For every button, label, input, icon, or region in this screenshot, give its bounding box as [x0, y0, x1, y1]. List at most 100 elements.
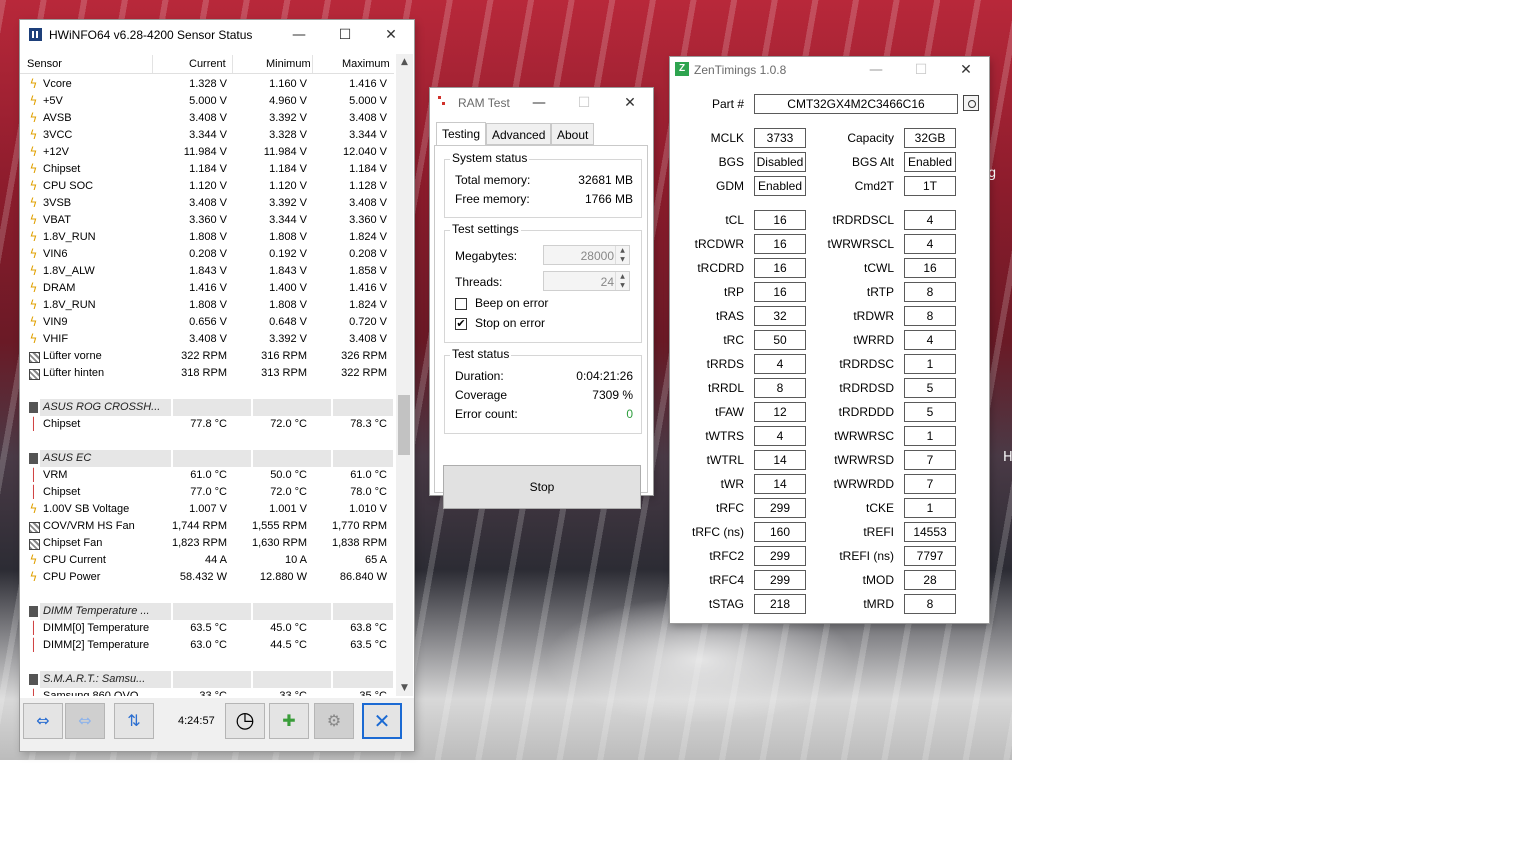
maximize-icon[interactable]: ☐	[322, 20, 368, 50]
timing-label: tMOD	[862, 573, 894, 587]
timing-value: 218	[754, 594, 806, 614]
column-header-current[interactable]: Current	[189, 58, 226, 70]
column-header-sensor[interactable]: Sensor	[27, 58, 62, 70]
sensor-name: 1.8V_RUN	[43, 299, 96, 311]
close-icon[interactable]: ✕	[943, 57, 989, 83]
sensor-row[interactable]: Lüfter vorne 322 RPM 316 RPM 326 RPM	[20, 348, 394, 365]
thermometer-icon: │	[29, 621, 38, 635]
timing-value: 28	[904, 570, 956, 590]
add-log-icon[interactable]: ✚	[269, 703, 309, 739]
sensor-row[interactable]: ϟ 3VCC 3.344 V 3.328 V 3.344 V	[20, 127, 394, 144]
tab-about[interactable]: About	[551, 123, 595, 145]
sensor-row[interactable]: ϟ +12V 11.984 V 11.984 V 12.040 V	[20, 144, 394, 161]
sensor-row[interactable]: Lüfter hinten 318 RPM 313 RPM 322 RPM	[20, 365, 394, 382]
threads-stepper[interactable]: 24 ▲ ▼	[543, 271, 630, 291]
stop-button[interactable]: Stop	[443, 465, 641, 509]
sensor-row[interactable]: COV/VRM HS Fan 1,744 RPM 1,555 RPM 1,770 RP…	[20, 518, 394, 535]
minimize-icon[interactable]: —	[516, 88, 562, 118]
stop-on-error-checkbox[interactable]: ✔	[455, 318, 467, 330]
beep-on-error-label[interactable]: Beep on error	[475, 296, 548, 310]
stop-on-error-label[interactable]: Stop on error	[475, 316, 545, 330]
minimum-value: 72.0 °C	[270, 486, 307, 498]
sensor-row[interactable]: │ VRM 61.0 °C 50.0 °C 61.0 °C	[20, 467, 394, 484]
sensor-group-header[interactable]: S.M.A.R.T.: Samsu...	[20, 671, 394, 688]
scroll-down-icon[interactable]: ▼	[396, 680, 413, 696]
sensor-row[interactable]: ϟ VIN9 0.656 V 0.648 V 0.720 V	[20, 314, 394, 331]
ramtest-titlebar[interactable]: RAM Test — ☐ ✕	[430, 88, 653, 118]
current-value: 3.360 V	[189, 214, 227, 226]
lightning-icon: ϟ	[29, 570, 38, 584]
sensor-row[interactable]: │ Chipset 77.0 °C 72.0 °C 78.0 °C	[20, 484, 394, 501]
timing-label: tWR	[720, 477, 744, 491]
sensor-name: Samsung 860 QVO	[43, 690, 139, 696]
sensor-row[interactable]: ϟ 1.00V SB Voltage 1.007 V 1.001 V 1.010 V	[20, 501, 394, 518]
maximum-value: 1,770 RPM	[331, 520, 387, 532]
megabytes-stepper[interactable]: 28000 ▲ ▼	[543, 245, 630, 265]
close-icon[interactable]: ✕	[368, 20, 414, 50]
free-memory-label: Free memory:	[455, 192, 530, 206]
zentimings-titlebar[interactable]: Z ZenTimings 1.0.8 — ☐ ✕	[670, 57, 989, 83]
sensor-row[interactable]: │ DIMM[0] Temperature 63.5 °C 45.0 °C 63.8 °…	[20, 620, 394, 637]
sensor-list[interactable]: ϟ Vcore 1.328 V 1.160 V 1.416 V ϟ +5V 5.000 V 4.…	[20, 76, 394, 696]
timing-label: tRFC2	[709, 549, 744, 563]
close-x-icon[interactable]: ✕	[362, 703, 402, 739]
settings-gear-icon[interactable]: ⚙	[314, 703, 354, 739]
sensor-row[interactable]: ϟ 1.8V_ALW 1.843 V 1.843 V 1.858 V	[20, 263, 394, 280]
lightning-icon: ϟ	[29, 179, 38, 193]
column-header-minimum[interactable]: Minimum	[266, 58, 311, 70]
beep-on-error-checkbox[interactable]	[455, 298, 467, 310]
sensor-row[interactable]: ϟ VBAT 3.360 V 3.344 V 3.360 V	[20, 212, 394, 229]
sensor-row[interactable]: │ Samsung 860 QVO 33 °C 33 °C 35 °C	[20, 688, 394, 696]
sensor-row[interactable]: ϟ VIN6 0.208 V 0.192 V 0.208 V	[20, 246, 394, 263]
spacer-row	[20, 433, 394, 450]
clock-icon[interactable]: ◷	[225, 703, 265, 739]
current-value: 3.408 V	[189, 197, 227, 209]
sensor-list-scrollbar[interactable]: ▲ ▼	[396, 54, 413, 696]
sensor-row[interactable]: ϟ CPU Current 44 A 10 A 65 A	[20, 552, 394, 569]
timing-label: Capacity	[847, 131, 894, 145]
maximum-value: 65 A	[364, 554, 387, 566]
sensor-row[interactable]: Chipset Fan 1,823 RPM 1,630 RPM 1,838 RPM	[20, 535, 394, 552]
minimize-icon[interactable]: —	[276, 20, 322, 50]
spacer-row	[20, 382, 394, 399]
maximum-value: 1.824 V	[349, 299, 387, 311]
sensor-table-header: Sensor Current Minimum Maximum	[20, 55, 394, 74]
minimize-icon[interactable]: —	[853, 57, 899, 83]
tab-advanced[interactable]: Advanced	[486, 123, 552, 145]
sensor-row[interactable]: ϟ CPU Power 58.432 W 12.880 W 86.840 W	[20, 569, 394, 586]
sensor-row[interactable]: ϟ 1.8V_RUN 1.808 V 1.808 V 1.824 V	[20, 297, 394, 314]
sensor-row[interactable]: │ DIMM[2] Temperature 63.0 °C 44.5 °C 63.5 °…	[20, 637, 394, 654]
close-icon[interactable]: ✕	[607, 88, 653, 118]
sensor-row[interactable]: ϟ Vcore 1.328 V 1.160 V 1.416 V	[20, 76, 394, 93]
sensor-group-header[interactable]: DIMM Temperature ...	[20, 603, 394, 620]
network-icon[interactable]: ⇅	[114, 703, 154, 739]
hwinfo-titlebar[interactable]: HWiNFO64 v6.28-4200 Sensor Status — ☐ ✕	[20, 20, 414, 50]
timing-value: 32	[754, 306, 806, 326]
hwinfo-window: HWiNFO64 v6.28-4200 Sensor Status — ☐ ✕ …	[20, 20, 414, 751]
sensor-row[interactable]: ϟ CPU SOC 1.120 V 1.120 V 1.128 V	[20, 178, 394, 195]
nav-arrows-dim-icon[interactable]: ⇔	[65, 703, 105, 739]
sensor-row[interactable]: ϟ 1.8V_RUN 1.808 V 1.808 V 1.824 V	[20, 229, 394, 246]
maximum-value: 1.416 V	[349, 282, 387, 294]
tab-testing[interactable]: Testing	[436, 122, 487, 146]
timing-label: tRCDRD	[697, 261, 744, 275]
sensor-row[interactable]: ϟ 3VSB 3.408 V 3.392 V 3.408 V	[20, 195, 394, 212]
sensor-group-header[interactable]: ASUS ROG CROSSH...	[20, 399, 394, 416]
scroll-up-icon[interactable]: ▲	[396, 54, 413, 70]
sensor-row[interactable]: │ Chipset 77.8 °C 72.0 °C 78.3 °C	[20, 416, 394, 433]
minimum-value: 3.392 V	[269, 112, 307, 124]
timing-label: tRFC4	[709, 573, 744, 587]
sensor-row[interactable]: ϟ +5V 5.000 V 4.960 V 5.000 V	[20, 93, 394, 110]
sensor-row[interactable]: ϟ AVSB 3.408 V 3.392 V 3.408 V	[20, 110, 394, 127]
column-header-maximum[interactable]: Maximum	[342, 58, 390, 70]
sensor-group-header[interactable]: ASUS EC	[20, 450, 394, 467]
screenshot-camera-icon[interactable]	[963, 95, 979, 111]
sensor-row[interactable]: ϟ Chipset 1.184 V 1.184 V 1.184 V	[20, 161, 394, 178]
timing-label: Cmd2T	[854, 179, 894, 193]
timing-label: tRFC (ns)	[692, 525, 744, 539]
sensor-row[interactable]: ϟ DRAM 1.416 V 1.400 V 1.416 V	[20, 280, 394, 297]
sensor-row[interactable]: ϟ VHIF 3.408 V 3.392 V 3.408 V	[20, 331, 394, 348]
timing-label: tRDRDDD	[838, 405, 894, 419]
nav-arrows-icon[interactable]: ⇔	[23, 703, 63, 739]
scrollbar-thumb[interactable]	[398, 395, 410, 455]
